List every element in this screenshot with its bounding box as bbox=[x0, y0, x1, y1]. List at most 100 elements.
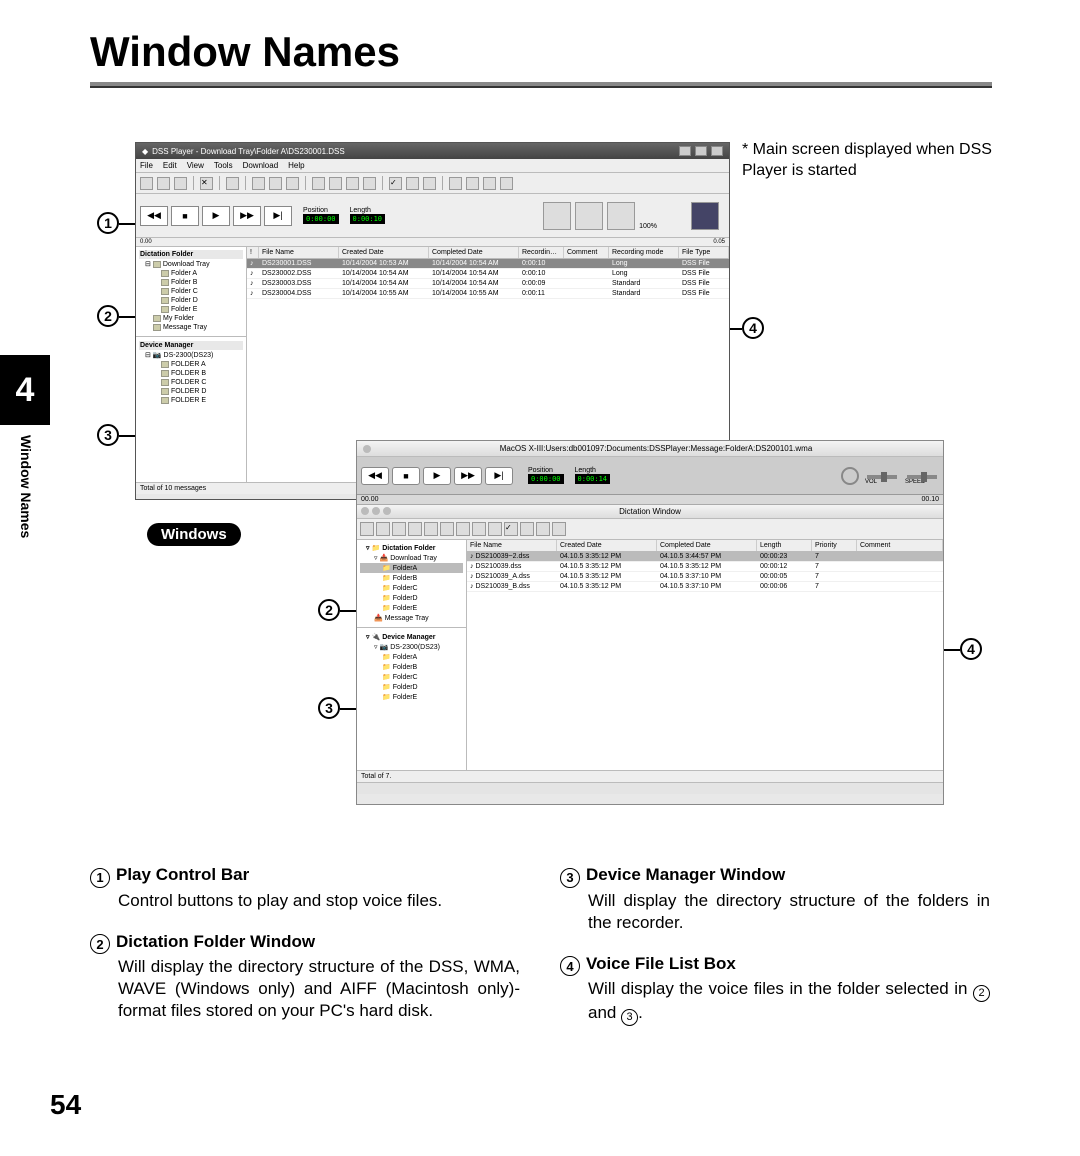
tree-folder[interactable]: My Folder bbox=[139, 314, 243, 323]
col-created[interactable]: Created Date bbox=[339, 247, 429, 258]
minimize-icon[interactable] bbox=[679, 146, 691, 156]
toolbar-icon[interactable] bbox=[456, 522, 470, 536]
play-button[interactable]: ▶ bbox=[202, 206, 230, 226]
tree-folder[interactable]: Folder C bbox=[139, 287, 243, 296]
toolbar-icon[interactable] bbox=[520, 522, 534, 536]
eq-icon[interactable] bbox=[543, 202, 571, 230]
menu-edit[interactable]: Edit bbox=[163, 161, 177, 170]
skip-button[interactable]: ▶| bbox=[264, 206, 292, 226]
forward-button[interactable]: ▶▶ bbox=[233, 206, 261, 226]
mac-titlebar[interactable]: MacOS X-III:Users:db001097:Documents:DSS… bbox=[357, 441, 943, 457]
toolbar-icon[interactable] bbox=[252, 177, 265, 190]
tree-folder[interactable]: 📁 FolderD bbox=[360, 593, 463, 603]
device-folder[interactable]: FOLDER D bbox=[139, 387, 243, 396]
menu-download[interactable]: Download bbox=[243, 161, 279, 170]
col-created[interactable]: Created Date bbox=[557, 540, 657, 551]
toolbar-icon[interactable] bbox=[140, 177, 153, 190]
tree-folder[interactable]: Folder A bbox=[139, 269, 243, 278]
speed-slider[interactable]: SPEED bbox=[905, 475, 939, 485]
toolbar-icon[interactable] bbox=[536, 522, 550, 536]
plus-icon[interactable] bbox=[691, 202, 719, 230]
device-folder[interactable]: FOLDER C bbox=[139, 378, 243, 387]
toolbar-icon[interactable] bbox=[423, 177, 436, 190]
stop-button[interactable]: ■ bbox=[171, 206, 199, 226]
toolbar-icon[interactable] bbox=[408, 522, 422, 536]
toolbar-icon[interactable] bbox=[226, 177, 239, 190]
toolbar-icon[interactable] bbox=[157, 177, 170, 190]
col-comment[interactable]: Comment bbox=[857, 540, 943, 551]
device-folder[interactable]: FOLDER A bbox=[139, 360, 243, 369]
device-folder[interactable]: FOLDER E bbox=[139, 396, 243, 405]
col-priority[interactable]: Priority bbox=[812, 540, 857, 551]
rewind-button[interactable]: ◀◀ bbox=[140, 206, 168, 226]
scroll-bar[interactable] bbox=[357, 782, 943, 794]
delete-icon[interactable]: ✕ bbox=[200, 177, 213, 190]
toolbar-icon[interactable] bbox=[329, 177, 342, 190]
toolbar-icon[interactable] bbox=[483, 177, 496, 190]
list-row[interactable]: ♪ DS230001.DSS10/14/2004 10:53 AM10/14/2… bbox=[247, 259, 729, 269]
list-row[interactable]: ♪ DS210039.dss04.10.5 3:35:12 PM04.10.5 … bbox=[467, 562, 943, 572]
skip-button[interactable]: ▶| bbox=[485, 467, 513, 485]
tree-root[interactable]: ⊟ Download Tray bbox=[139, 259, 243, 269]
tree-folder[interactable]: Folder D bbox=[139, 296, 243, 305]
toolbar-icon[interactable] bbox=[472, 522, 486, 536]
rewind-button[interactable]: ◀◀ bbox=[361, 467, 389, 485]
col-comment[interactable]: Comment bbox=[564, 247, 609, 258]
device-folder[interactable]: 📁 FolderE bbox=[360, 692, 463, 702]
play-button[interactable]: ▶ bbox=[423, 467, 451, 485]
device-folder[interactable]: FOLDER B bbox=[139, 369, 243, 378]
close-dot-icon[interactable] bbox=[361, 507, 369, 515]
toolbar-icon[interactable] bbox=[376, 522, 390, 536]
col-filename[interactable]: File Name bbox=[259, 247, 339, 258]
toolbar-icon[interactable] bbox=[174, 177, 187, 190]
toolbar-icon[interactable] bbox=[488, 522, 502, 536]
maximize-icon[interactable] bbox=[695, 146, 707, 156]
col-completed[interactable]: Completed Date bbox=[429, 247, 519, 258]
list-row[interactable]: ♪ DS210039_A.dss04.10.5 3:35:12 PM04.10.… bbox=[467, 572, 943, 582]
toolbar-icon[interactable] bbox=[440, 522, 454, 536]
toolbar-icon[interactable] bbox=[392, 522, 406, 536]
list-row[interactable]: ♪ DS230002.DSS10/14/2004 10:54 AM10/14/2… bbox=[247, 269, 729, 279]
toolbar-icon[interactable] bbox=[424, 522, 438, 536]
toolbar-icon[interactable] bbox=[363, 177, 376, 190]
tree-folder[interactable]: 📁 FolderA bbox=[360, 563, 463, 573]
device-root[interactable]: ▿ 📷 DS-2300(DS23) bbox=[360, 642, 463, 652]
toolbar-icon[interactable] bbox=[360, 522, 374, 536]
mac-window-title[interactable]: Dictation Window bbox=[357, 505, 943, 519]
device-folder[interactable]: 📁 FolderB bbox=[360, 662, 463, 672]
menu-help[interactable]: Help bbox=[288, 161, 304, 170]
list-row[interactable]: ♪ DS230004.DSS10/14/2004 10:55 AM10/14/2… bbox=[247, 289, 729, 299]
tree-folder[interactable]: Message Tray bbox=[139, 323, 243, 332]
list-row[interactable]: ♪ DS210039_B.dss04.10.5 3:35:12 PM04.10.… bbox=[467, 582, 943, 592]
vcva-icon[interactable] bbox=[607, 202, 635, 230]
check-icon[interactable]: ✓ bbox=[504, 522, 518, 536]
col-filetype[interactable]: File Type bbox=[679, 247, 729, 258]
toolbar-icon[interactable] bbox=[552, 522, 566, 536]
stop-button[interactable]: ■ bbox=[392, 467, 420, 485]
tree-folder[interactable]: Folder B bbox=[139, 278, 243, 287]
menu-tools[interactable]: Tools bbox=[214, 161, 233, 170]
col-filename[interactable]: File Name bbox=[467, 540, 557, 551]
tree-folder[interactable]: 📁 FolderC bbox=[360, 583, 463, 593]
device-folder[interactable]: 📁 FolderA bbox=[360, 652, 463, 662]
list-row[interactable]: ♪ DS210039~2.dss04.10.5 3:35:12 PM04.10.… bbox=[467, 552, 943, 562]
minimize-dot-icon[interactable] bbox=[372, 507, 380, 515]
forward-button[interactable]: ▶▶ bbox=[454, 467, 482, 485]
device-folder[interactable]: 📁 FolderC bbox=[360, 672, 463, 682]
toolbar-icon[interactable] bbox=[500, 177, 513, 190]
device-root[interactable]: ⊟ 📷 DS-2300(DS23) bbox=[139, 350, 243, 360]
toolbar-icon[interactable] bbox=[269, 177, 282, 190]
menu-view[interactable]: View bbox=[187, 161, 204, 170]
toolbar-icon[interactable] bbox=[449, 177, 462, 190]
vol-slider[interactable]: VOL bbox=[865, 475, 899, 485]
menu-file[interactable]: File bbox=[140, 161, 153, 170]
tree-folder[interactable]: Folder E bbox=[139, 305, 243, 314]
tree-folder[interactable]: 📥 Message Tray bbox=[360, 613, 463, 623]
tree-folder[interactable]: 📁 FolderB bbox=[360, 573, 463, 583]
col-length[interactable]: Length bbox=[757, 540, 812, 551]
list-row[interactable]: ♪ DS230003.DSS10/14/2004 10:54 AM10/14/2… bbox=[247, 279, 729, 289]
col-completed[interactable]: Completed Date bbox=[657, 540, 757, 551]
win-titlebar[interactable]: ◆ DSS Player - Download Tray\Folder A\DS… bbox=[136, 143, 729, 159]
tree-root[interactable]: ▿ 📥 Download Tray bbox=[360, 553, 463, 563]
close-icon[interactable] bbox=[711, 146, 723, 156]
